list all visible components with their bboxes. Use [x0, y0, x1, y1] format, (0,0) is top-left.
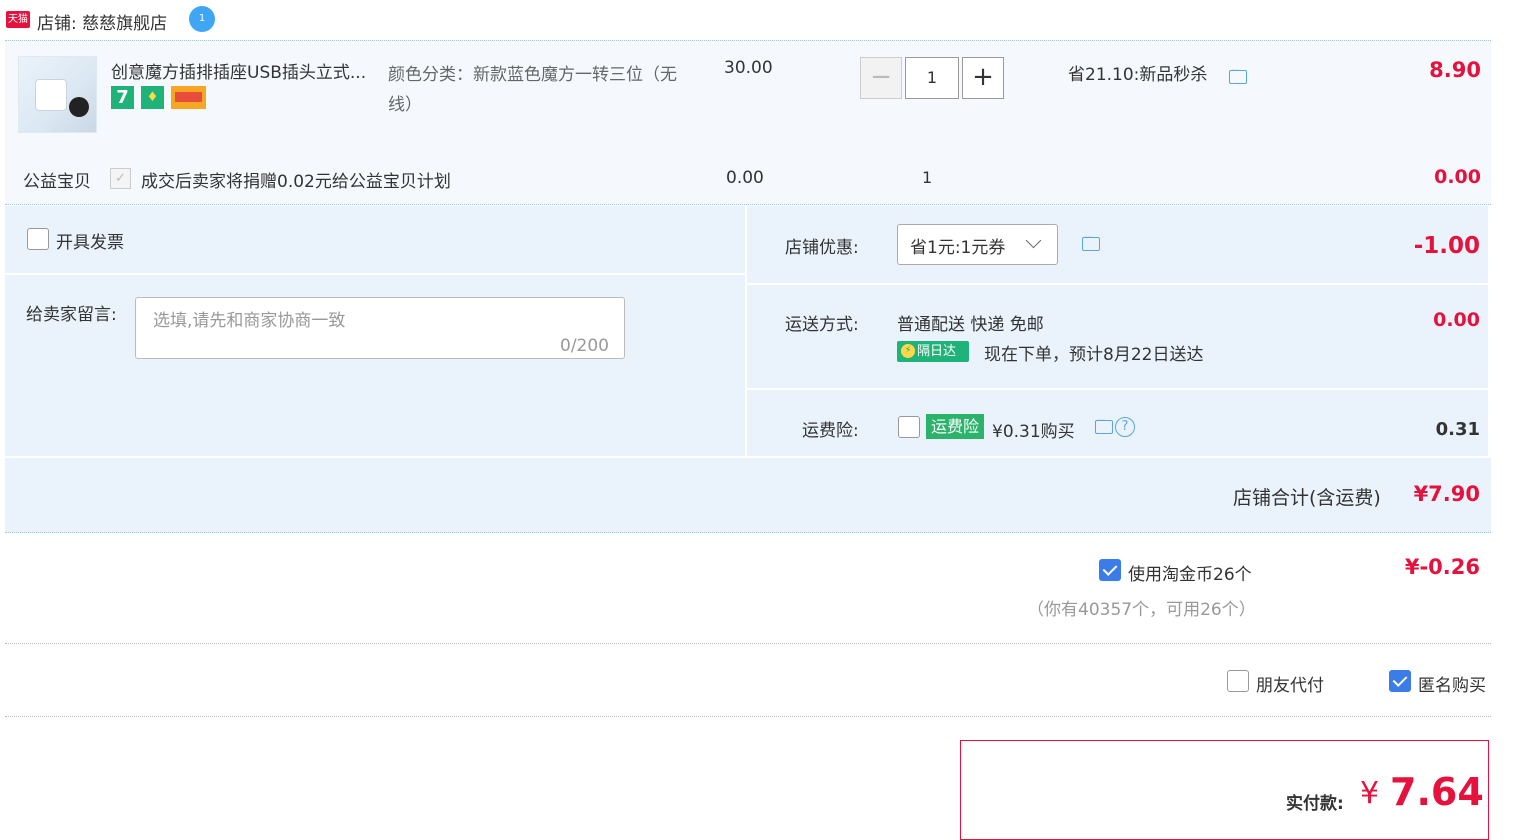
insurance-checkbox[interactable] — [898, 416, 920, 438]
charity-price: 0.00 — [726, 168, 764, 188]
divider — [5, 716, 1491, 717]
discount-label: 店铺优惠: — [785, 238, 859, 258]
coin-available: （你有40357个，可用26个） — [1027, 600, 1256, 620]
coin-checkbox[interactable] — [1099, 559, 1121, 581]
discount-amount: -1.00 — [1413, 233, 1480, 259]
product-plug-graphic — [69, 97, 89, 117]
charity-label: 公益宝贝 — [23, 172, 91, 192]
charity-qty: 1 — [922, 168, 933, 187]
anonymous-label[interactable]: 匿名购买 — [1418, 671, 1486, 696]
tmall-badge: 天猫 — [6, 11, 30, 28]
divider — [5, 643, 1491, 644]
shipping-panel — [747, 285, 1488, 388]
insurance-badge: 运费险 — [926, 414, 984, 439]
shop-name-link[interactable]: 店铺: 慈慈旗舰店 — [37, 9, 167, 34]
insurance-label: 运费险: — [802, 421, 859, 441]
shop-total-label: 店铺合计(含运费) — [1233, 487, 1381, 509]
item-total: 8.90 — [1429, 58, 1481, 82]
product-thumbnail[interactable] — [18, 56, 97, 133]
invoice-label[interactable]: 开具发票 — [56, 228, 124, 253]
discount-selected-value: 省1元:1元券 — [910, 238, 1006, 258]
invoice-checkbox[interactable] — [27, 228, 49, 250]
discount-info-icon[interactable] — [1082, 231, 1100, 251]
coin-label[interactable]: 使用淘金币26个 — [1128, 560, 1252, 585]
lightning-icon: ⚡ — [901, 344, 915, 358]
insurance-shield-icon[interactable]: ♦ — [141, 86, 164, 109]
payment-label: 实付款: — [1286, 794, 1344, 814]
sku-info: 颜色分类：新款蓝色魔方一转三位（无线） — [388, 65, 677, 115]
quantity-decrease-button[interactable]: − — [860, 57, 902, 99]
promo-text: 省21.10:新品秒杀 — [1068, 65, 1208, 85]
charity-text: 成交后卖家将捐赠0.02元给公益宝贝计划 — [141, 172, 451, 192]
friend-pay-checkbox[interactable] — [1227, 670, 1249, 692]
shipping-method: 普通配送 快递 免邮 — [897, 315, 1044, 335]
coin-amount: ¥-0.26 — [1404, 555, 1480, 579]
product-cube-graphic — [35, 79, 67, 111]
charity-checkbox: ✓ — [110, 168, 131, 189]
anonymous-checkbox[interactable] — [1389, 670, 1411, 692]
insurance-amount: 0.31 — [1435, 419, 1480, 440]
shipping-amount: 0.00 — [1433, 309, 1480, 331]
friend-pay-label[interactable]: 朋友代付 — [1256, 671, 1324, 696]
chat-bubble-icon[interactable]: 1 — [189, 6, 215, 32]
charity-total: 0.00 — [1434, 166, 1481, 188]
message-placeholder: 选填,请先和商家协商一致 — [153, 311, 346, 331]
quantity-increase-button[interactable]: + — [962, 57, 1004, 99]
promo-info-icon[interactable] — [1229, 64, 1247, 84]
message-char-count: 0/200 — [560, 336, 609, 356]
help-question-icon[interactable]: ? — [1115, 417, 1135, 437]
shipping-eta: 现在下单，预计8月22日送达 — [984, 345, 1204, 365]
quantity-input[interactable]: 1 — [905, 57, 959, 99]
payment-currency: ¥ — [1360, 776, 1380, 811]
insurance-info-icon[interactable] — [1095, 414, 1113, 434]
payment-amount: 7.64 — [1390, 770, 1484, 814]
shipping-label: 运送方式: — [785, 315, 859, 335]
shop-total-value: ¥7.90 — [1413, 482, 1480, 506]
credit-card-icon[interactable] — [171, 86, 206, 109]
product-title-link[interactable]: 创意魔方插排插座USB插头立式... — [111, 58, 366, 83]
seven-day-return-icon[interactable]: 7 — [111, 86, 134, 109]
unit-price: 30.00 — [724, 58, 773, 78]
message-label: 给卖家留言: — [26, 305, 117, 325]
insurance-price: ¥0.31购买 — [992, 422, 1075, 442]
